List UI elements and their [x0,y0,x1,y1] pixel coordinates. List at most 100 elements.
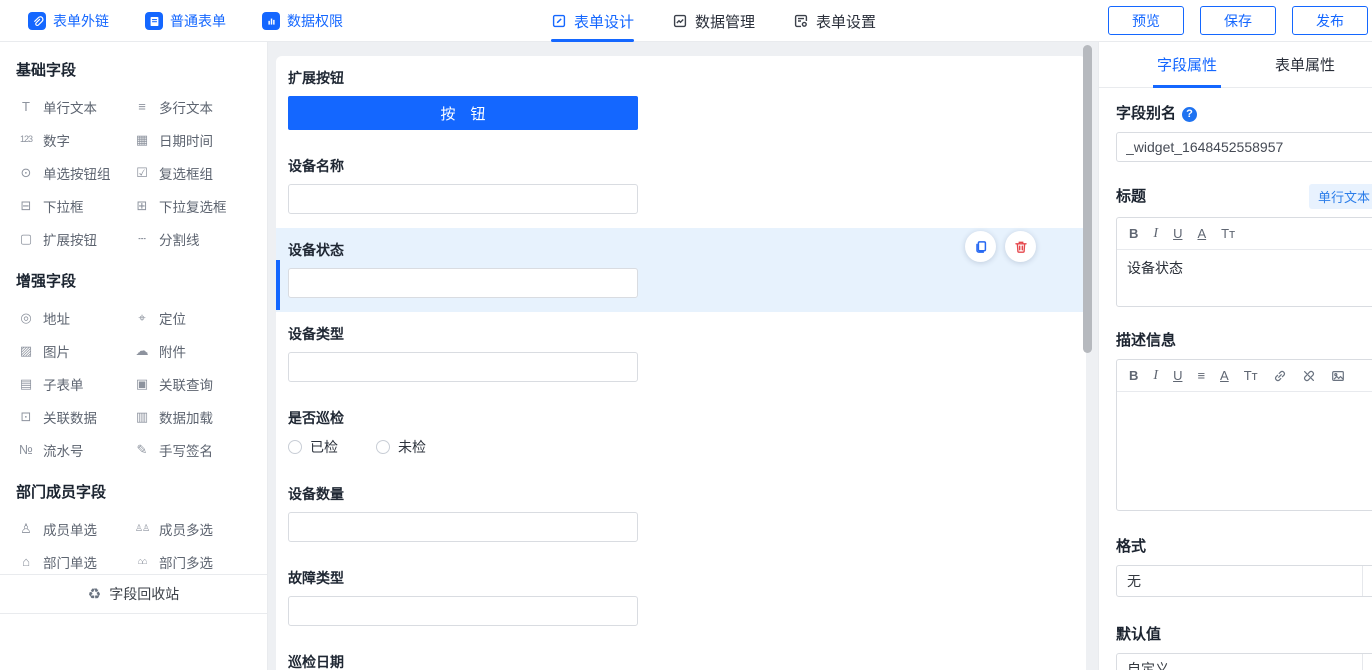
sidebar-item-divider[interactable]: ┄分割线 [132,222,248,255]
underline-icon[interactable]: U [1173,227,1182,240]
description-label: 描述信息 [1116,331,1372,351]
sidebar-item-member-single[interactable]: ♙成员单选 [16,512,132,545]
font-size-icon[interactable]: Tᴛ [1221,227,1235,240]
canvas-scrollbar[interactable] [1083,45,1092,353]
description-rich-editor: B I U ≡ A Tᴛ [1116,359,1372,511]
help-icon[interactable]: ? [1182,107,1197,122]
field-recycle-bin-button[interactable]: ♻ 字段回收站 [0,574,267,614]
sidebar-item-extend-button[interactable]: ▢扩展按钮 [16,222,132,255]
italic-icon[interactable]: I [1153,369,1158,383]
sidebar-item-label: 下拉复选框 [159,196,227,216]
sidebar-item-label: 单行文本 [43,97,97,117]
sidebar-item-member-multi[interactable]: ♙♙成员多选 [132,512,248,545]
format-select[interactable]: 无 [1116,565,1372,597]
device-name-input[interactable] [288,184,638,214]
radio-icon[interactable] [288,440,302,454]
title-editor-content[interactable]: 设备状态 [1117,250,1372,306]
canvas-field-device-name[interactable]: 设备名称 [276,144,1086,228]
form-settings-icon [793,13,809,29]
tab-form-properties[interactable]: 表单属性 [1275,42,1335,88]
font-color-icon[interactable]: A [1197,227,1206,240]
sidebar-item-subform[interactable]: ▤子表单 [16,367,132,400]
sidebar-item-multi-select[interactable]: ⊞下拉复选框 [132,189,248,222]
sidebar-item-linked-data[interactable]: ⊡关联数据 [16,400,132,433]
field-palette-sidebar: 基础字段 T单行文本≡多行文本123数字▦日期时间⊙单选按钮组☑复选框组⊟下拉框⊞… [0,42,268,670]
sidebar-section-title: 增强字段 [16,267,251,293]
canvas-field-device-status[interactable]: 设备状态 [276,228,1086,312]
sidebar-item-checkbox-group[interactable]: ☑复选框组 [132,156,248,189]
image-icon[interactable] [1331,369,1345,383]
sidebar-item-radio-group[interactable]: ⊙单选按钮组 [16,156,132,189]
field-type-dropdown[interactable]: 单行文本 [1309,184,1372,209]
delete-field-button[interactable] [1005,231,1036,262]
tab-data-manage[interactable]: 数据管理 [672,0,755,42]
device-type-input[interactable] [288,352,638,382]
field-properties-body: 字段别名 ? 标题 单行文本 B I U [1099,88,1372,670]
strikethrough-icon[interactable]: ≡ [1197,369,1205,382]
radio-icon[interactable] [376,440,390,454]
bold-icon[interactable]: B [1129,227,1138,240]
canvas-field-inspect-date[interactable]: 巡检日期 7 [276,640,1086,670]
form-external-link-button[interactable]: 表单外链 [28,11,109,31]
device-status-input[interactable] [288,268,638,298]
sidebar-item-label: 部门单选 [43,552,97,572]
field-label: 扩展按钮 [288,68,1074,88]
sidebar-section-title: 基础字段 [16,56,251,82]
sidebar-item-address[interactable]: ◎地址 [16,301,132,334]
sidebar-item-label: 手写签名 [159,440,213,460]
canvas-field-device-type[interactable]: 设备类型 [276,312,1086,396]
form-canvas-card: 扩展按钮 按 钮 设备名称 设备状态 [276,56,1086,670]
radio-option-checked[interactable]: 已检 [288,437,338,457]
description-editor-content[interactable] [1117,392,1372,510]
sidebar-item-image[interactable]: ▨图片 [16,334,132,367]
underline-icon[interactable]: U [1173,369,1182,382]
sidebar-item-attachment[interactable]: ☁附件 [132,334,248,367]
device-count-input[interactable] [288,512,638,542]
fault-type-input[interactable] [288,596,638,626]
tab-form-design[interactable]: 表单设计 [551,0,634,42]
dept-single-icon: ⌂ [16,555,36,568]
sidebar-item-select[interactable]: ⊟下拉框 [16,189,132,222]
preview-button[interactable]: 预览 [1108,6,1184,35]
font-color-icon[interactable]: A [1220,369,1229,382]
alias-input[interactable] [1116,132,1372,162]
data-permission-label: 数据权限 [287,11,343,31]
duplicate-field-button[interactable] [965,231,996,262]
radio-group-icon: ⊙ [16,166,36,179]
canvas-field-fault-type[interactable]: 故障类型 [276,556,1086,640]
sidebar-item-multi-line-text[interactable]: ≡多行文本 [132,90,248,123]
sidebar-item-label: 图片 [43,341,70,361]
save-button[interactable]: 保存 [1200,6,1276,35]
canvas-field-extend-button[interactable]: 扩展按钮 按 钮 [276,56,1086,144]
document-icon [145,12,163,30]
radio-option-unchecked[interactable]: 未检 [376,437,426,457]
format-label: 格式 [1116,537,1372,557]
sidebar-item-location[interactable]: ⌖定位 [132,301,248,334]
sidebar-item-signature[interactable]: ✎手写签名 [132,433,248,466]
form-design-icon [551,13,567,29]
unlink-icon[interactable] [1302,369,1316,383]
sidebar-item-number[interactable]: 123数字 [16,123,132,156]
link-icon[interactable] [1273,369,1287,383]
italic-icon[interactable]: I [1153,227,1158,241]
bold-icon[interactable]: B [1129,369,1138,382]
extend-button-widget[interactable]: 按 钮 [288,96,638,130]
normal-form-button[interactable]: 普通表单 [145,11,226,31]
publish-button[interactable]: 发布 [1292,6,1368,35]
default-value-select[interactable]: 自定义 [1116,653,1372,670]
tab-field-properties[interactable]: 字段属性 [1157,42,1217,88]
data-permission-button[interactable]: 数据权限 [262,11,343,31]
sidebar-item-data-load[interactable]: ▥数据加载 [132,400,248,433]
sidebar-item-label: 关联数据 [43,407,97,427]
data-manage-icon [672,13,688,29]
canvas-field-device-count[interactable]: 设备数量 [276,472,1086,556]
tab-form-settings[interactable]: 表单设置 [793,0,876,42]
sidebar-item-serial-number[interactable]: №流水号 [16,433,132,466]
font-size-icon[interactable]: Tᴛ [1244,369,1258,382]
sidebar-item-datetime[interactable]: ▦日期时间 [132,123,248,156]
canvas-field-inspected[interactable]: 是否巡检 已检 未检 [276,396,1086,472]
sidebar-item-linked-query[interactable]: ▣关联查询 [132,367,248,400]
data-load-icon: ▥ [132,410,152,423]
field-label: 设备状态 [288,240,1074,260]
sidebar-item-single-line-text[interactable]: T单行文本 [16,90,132,123]
